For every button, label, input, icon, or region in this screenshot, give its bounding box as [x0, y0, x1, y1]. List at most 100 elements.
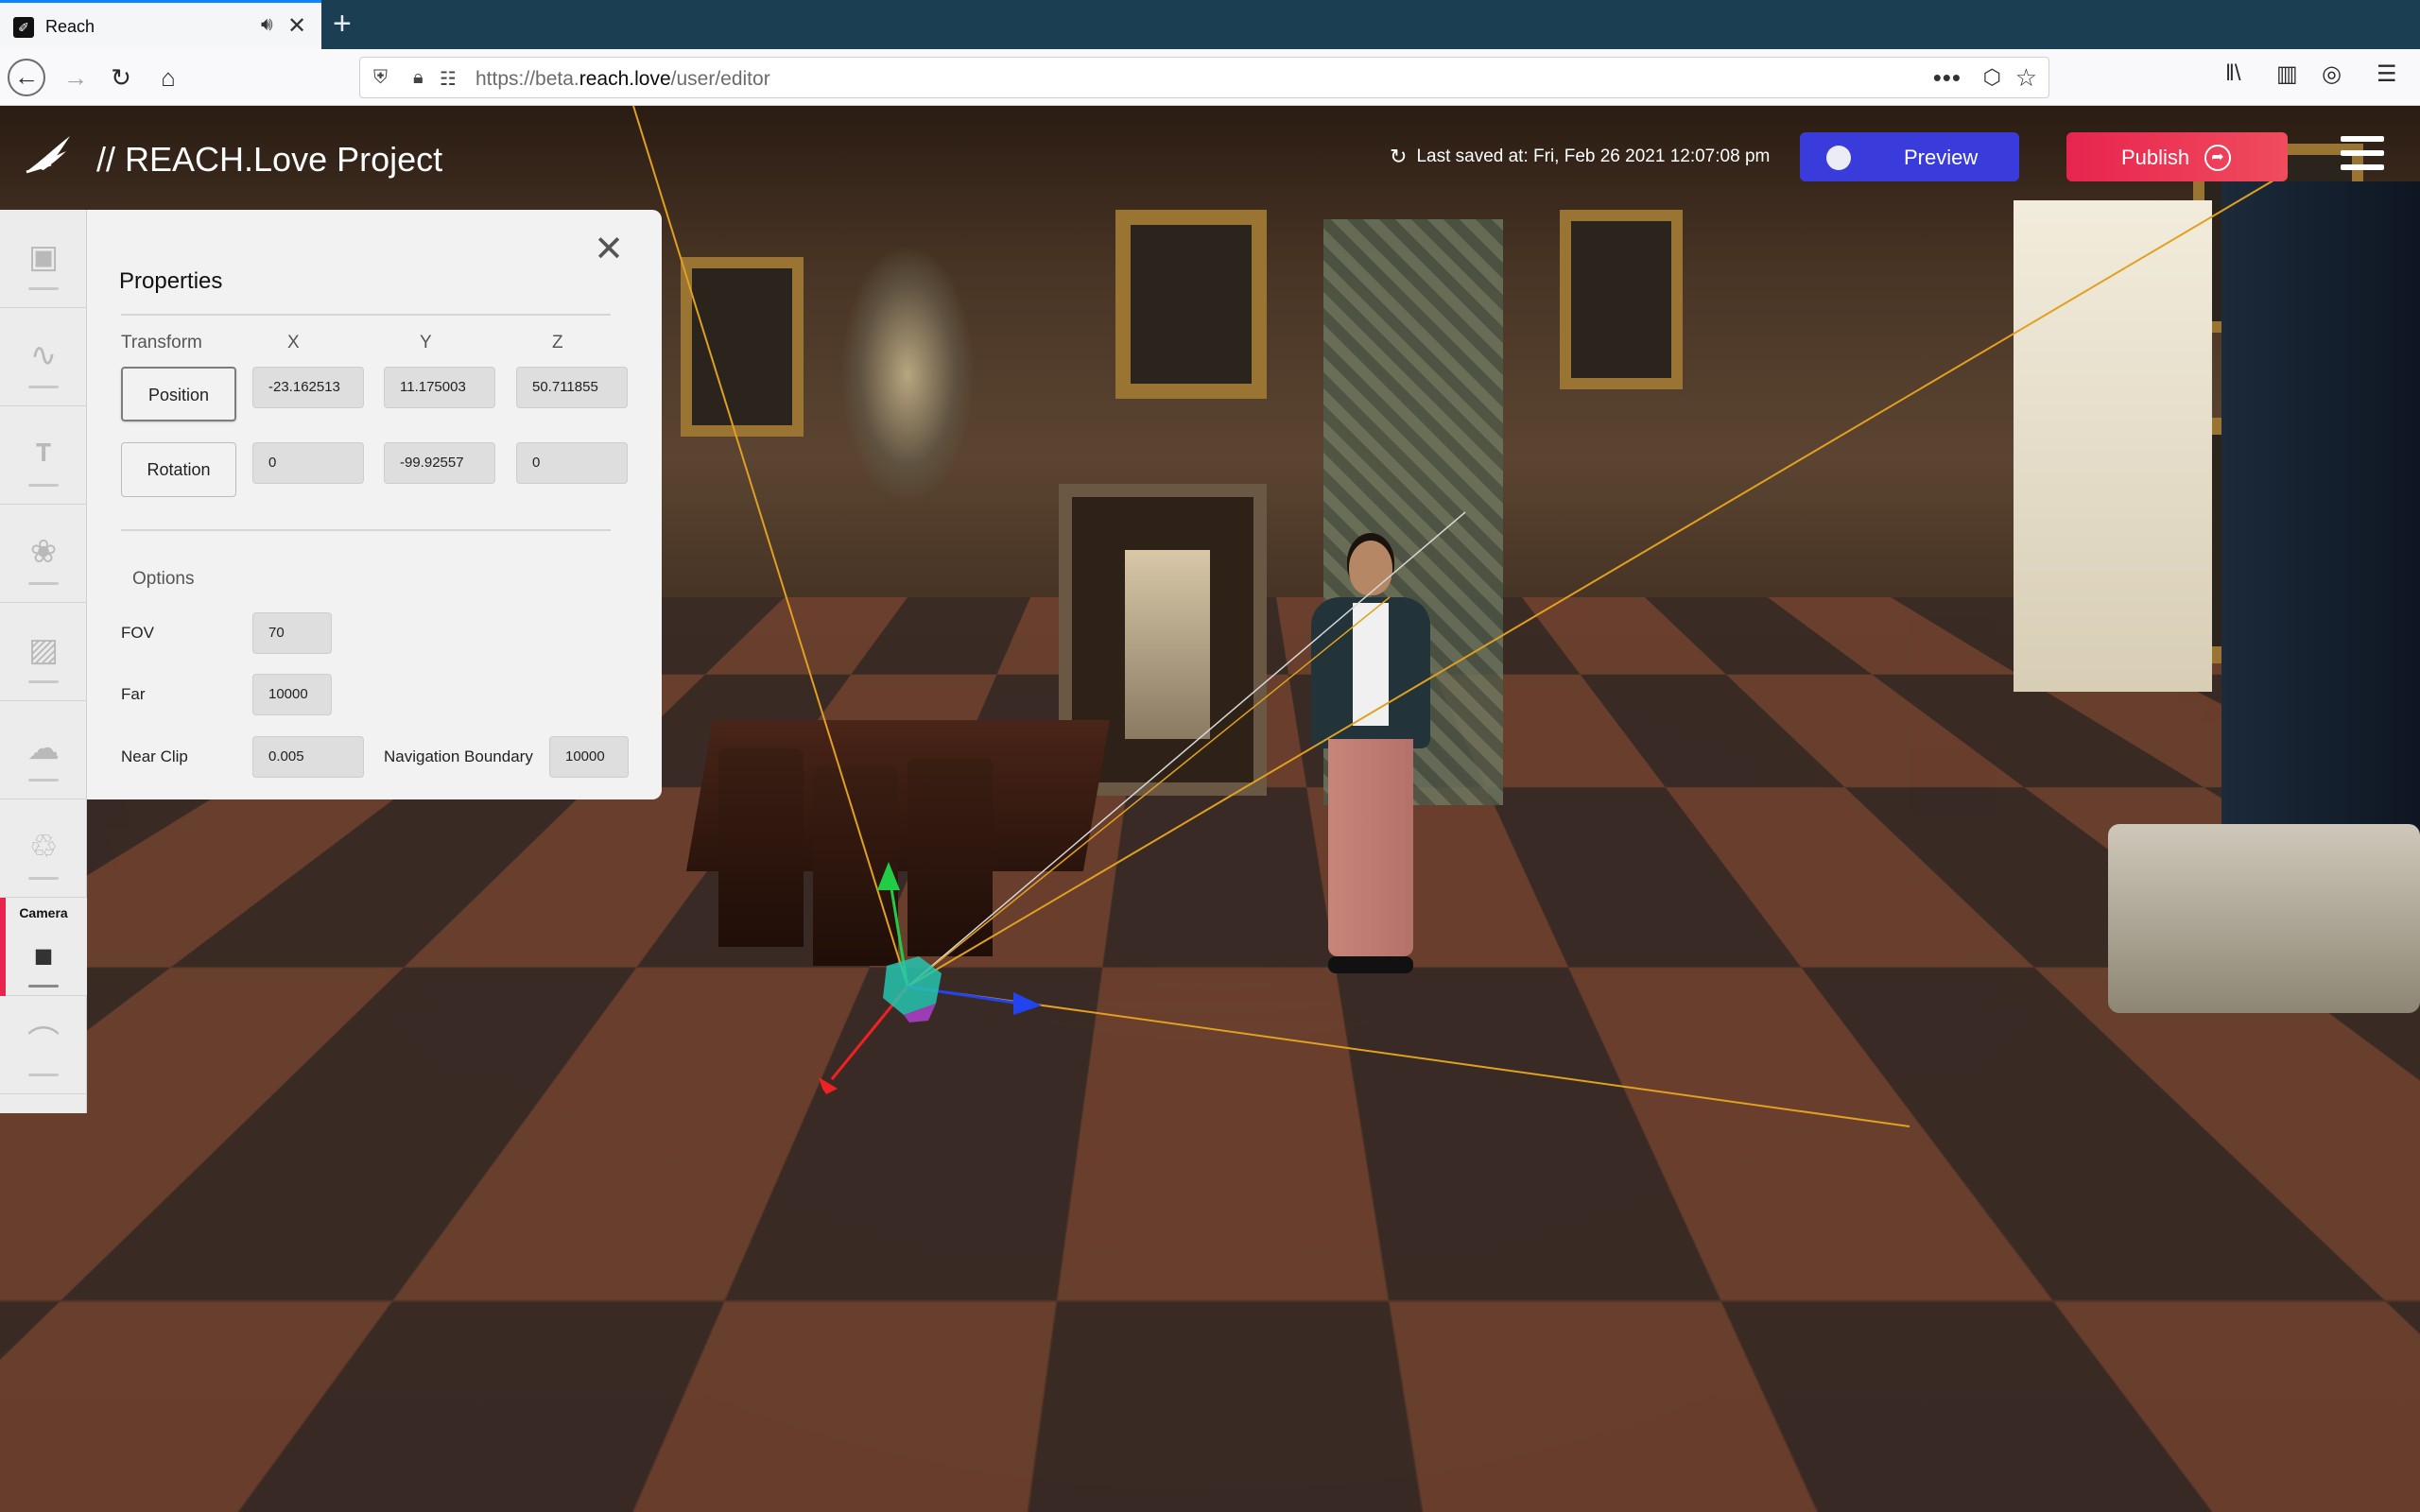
cube-icon: ▨: [27, 632, 60, 668]
navigation-boundary-label: Navigation Boundary: [384, 747, 533, 765]
tool-underline: [28, 287, 59, 290]
app-menu-button[interactable]: [2341, 136, 2384, 176]
tracking-shield-icon[interactable]: ⛨: [373, 67, 388, 89]
cloud-icon: ☁: [27, 730, 60, 766]
forward-button[interactable]: →: [57, 59, 95, 96]
rotation-z-field[interactable]: 0: [516, 442, 628, 484]
transform-label: Transform: [121, 333, 202, 352]
new-tab-button[interactable]: +: [333, 6, 352, 43]
position-z-field[interactable]: 50.711855: [516, 367, 628, 408]
tool-underline: [28, 680, 59, 683]
tool-object[interactable]: ▨: [0, 603, 87, 701]
frustum-line: [907, 171, 2289, 988]
reload-button[interactable]: ↻: [102, 59, 140, 96]
last-saved-status: ↻ Last saved at: Fri, Feb 26 2021 12:07:…: [1390, 145, 1770, 169]
url-path: /user/editor: [670, 68, 770, 90]
sync-icon: ↻: [1390, 145, 1408, 168]
tab-title: Reach: [45, 17, 95, 36]
back-button[interactable]: ←: [8, 59, 45, 96]
z-column-label: Z: [552, 333, 563, 352]
publish-button[interactable]: Publish ➦: [2066, 132, 2288, 181]
toggle-knob-icon: [1826, 146, 1851, 170]
tab-close-icon[interactable]: ✕: [287, 12, 306, 40]
hamburger-line: [2341, 136, 2384, 142]
tool-camera[interactable]: Camera ■: [0, 898, 87, 996]
tool-logo[interactable]: ❀: [0, 505, 87, 603]
shell-icon: ⌒: [27, 1025, 60, 1061]
gizmo-z-arrow[interactable]: [1013, 992, 1042, 1015]
options-label: Options: [132, 569, 195, 589]
far-label: Far: [121, 685, 146, 703]
url-domain: reach.love: [579, 68, 671, 90]
tool-underline: [28, 779, 59, 782]
position-button[interactable]: Position: [121, 367, 236, 421]
logo-icon: ❀: [29, 534, 58, 570]
rotation-y-field[interactable]: -99.92557: [384, 442, 495, 484]
divider: [121, 529, 611, 531]
browser-menu-icon[interactable]: ☰: [2377, 60, 2397, 88]
fov-field[interactable]: 70: [252, 612, 332, 654]
tool-sky[interactable]: ☁: [0, 701, 87, 799]
rotation-x-field[interactable]: 0: [252, 442, 364, 484]
last-saved-text: Last saved at: Fri, Feb 26 2021 12:07:08…: [1416, 146, 1771, 166]
tool-camera-label: Camera: [19, 905, 68, 920]
preview-toggle-button[interactable]: Preview: [1800, 132, 2019, 181]
share-arrow-icon: ➦: [2204, 145, 2231, 171]
bookmark-star-icon[interactable]: ☆: [2015, 63, 2037, 93]
reach-favicon-icon: ✐: [13, 17, 34, 38]
gizmo-y-arrow[interactable]: [877, 862, 900, 890]
tool-text[interactable]: 𝐓: [0, 406, 87, 505]
fov-label: FOV: [121, 624, 154, 642]
frustum-line: [907, 596, 1391, 988]
permissions-icon[interactable]: ☷: [440, 67, 457, 91]
tool-avatar[interactable]: ▣: [0, 210, 87, 308]
properties-panel: ✕ Properties Transform X Y Z Position -2…: [87, 210, 662, 799]
navigation-boundary-field[interactable]: 10000: [549, 736, 629, 778]
preview-label: Preview: [1904, 146, 1979, 169]
tool-audio[interactable]: ∿: [0, 308, 87, 406]
tool-environment[interactable]: ⌒: [0, 996, 87, 1094]
tool-light[interactable]: ♲: [0, 799, 87, 898]
gizmo-x-arrow[interactable]: [819, 1077, 838, 1094]
tool-underline: [28, 877, 59, 880]
frustum-line: [907, 986, 1910, 1127]
tool-underline: [28, 1074, 59, 1076]
lock-icon[interactable]: 🔒︎: [413, 67, 424, 89]
rotation-button[interactable]: Rotation: [121, 442, 236, 497]
tool-strip: ▣ ∿ 𝐓 ❀ ▨ ☁ ♲ Camera ■ ⌒: [0, 210, 87, 1113]
tool-underline: [28, 484, 59, 487]
x-column-label: X: [287, 333, 300, 352]
near-clip-field[interactable]: 0.005: [252, 736, 364, 778]
project-title: // REACH.Love Project: [96, 140, 443, 179]
far-field[interactable]: 10000: [252, 674, 332, 715]
text-icon: 𝐓: [35, 439, 52, 468]
home-button[interactable]: ⌂: [149, 59, 187, 96]
frustum-line: [632, 106, 908, 988]
page-actions-icon[interactable]: •••: [1933, 63, 1962, 93]
hamburger-line: [2341, 164, 2384, 170]
browser-tab[interactable]: ✐ Reach 🔊︎ ✕: [0, 0, 321, 49]
tool-underline: [28, 386, 59, 388]
url-text[interactable]: https://beta.reach.love/user/editor: [475, 68, 770, 91]
publish-label: Publish: [2121, 146, 2190, 169]
tool-underline: [28, 582, 59, 585]
properties-title: Properties: [119, 268, 223, 294]
frustum-line: [907, 511, 1466, 988]
pocket-icon[interactable]: ⬡: [1983, 65, 2001, 90]
person-icon: ▣: [27, 239, 60, 275]
camera-icon: ■: [33, 938, 54, 974]
speaker-icon[interactable]: 🔊︎: [261, 14, 273, 36]
account-icon[interactable]: ◎: [2322, 60, 2342, 88]
divider: [121, 314, 611, 316]
hamburger-line: [2341, 150, 2384, 156]
waveform-icon: ∿: [29, 337, 58, 373]
library-icon[interactable]: ‖\: [2225, 60, 2241, 87]
close-panel-button[interactable]: ✕: [590, 231, 628, 268]
url-prefix: https://beta.: [475, 68, 579, 90]
sidebar-icon[interactable]: ▥: [2276, 60, 2298, 88]
position-x-field[interactable]: -23.162513: [252, 367, 364, 408]
url-bar[interactable]: ⛨ 🔒︎ ☷ https://beta.reach.love/user/edit…: [359, 57, 2049, 98]
reach-logo-icon[interactable]: [25, 132, 74, 174]
tool-underline: [28, 985, 59, 988]
position-y-field[interactable]: 11.175003: [384, 367, 495, 408]
